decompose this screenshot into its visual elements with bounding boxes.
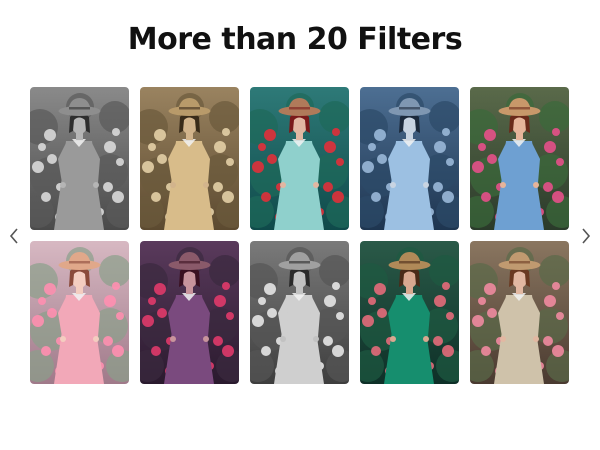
filter-thumbnail-teal-red[interactable] bbox=[250, 87, 349, 230]
portrait-image bbox=[250, 87, 349, 230]
filter-thumbnail-silver[interactable] bbox=[250, 241, 349, 384]
filter-grid bbox=[30, 87, 569, 384]
filter-thumbnail-purple[interactable] bbox=[140, 241, 239, 384]
portrait-image bbox=[30, 241, 129, 384]
page-title: More than 20 Filters bbox=[127, 22, 463, 57]
portrait-image bbox=[30, 87, 129, 230]
portrait-image bbox=[140, 87, 239, 230]
portrait-image bbox=[360, 241, 459, 384]
filter-thumbnail-grayscale[interactable] bbox=[30, 87, 129, 230]
filter-thumbnail-sepia[interactable] bbox=[140, 87, 239, 230]
chevron-right-icon bbox=[582, 228, 591, 244]
filter-thumbnail-emerald[interactable] bbox=[360, 241, 459, 384]
filter-thumbnail-faded-warm[interactable] bbox=[470, 241, 569, 384]
portrait-image bbox=[140, 241, 239, 384]
chevron-left-icon bbox=[9, 228, 18, 244]
portrait-image bbox=[250, 241, 349, 384]
next-button[interactable] bbox=[577, 226, 595, 246]
portrait-image bbox=[470, 241, 569, 384]
filter-thumbnail-pastel-pink[interactable] bbox=[30, 241, 129, 384]
filter-thumbnail-blue-tint[interactable] bbox=[360, 87, 459, 230]
portrait-image bbox=[360, 87, 459, 230]
previous-button[interactable] bbox=[5, 226, 23, 246]
portrait-image bbox=[470, 87, 569, 230]
filter-thumbnail-vivid[interactable] bbox=[470, 87, 569, 230]
